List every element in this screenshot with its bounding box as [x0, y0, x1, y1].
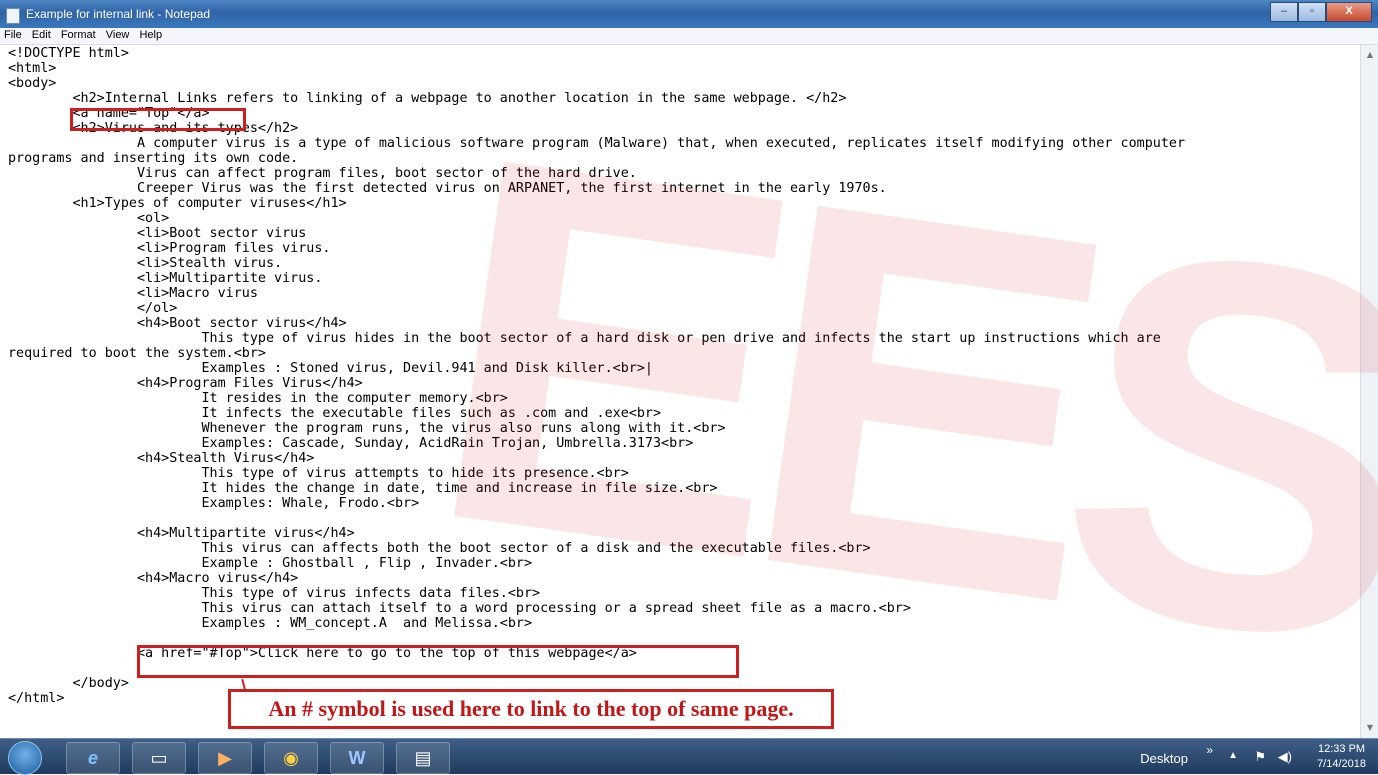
notepad-taskbar-icon[interactable]: ▤ — [396, 742, 450, 774]
annotation-callout: An # symbol is used here to link to the … — [228, 689, 834, 729]
maximize-button[interactable]: ▫ — [1298, 2, 1326, 22]
close-button[interactable]: X — [1326, 2, 1372, 22]
word-icon[interactable]: W — [330, 742, 384, 774]
menu-file[interactable]: File — [0, 28, 25, 41]
window-title: Example for internal link - Notepad — [26, 7, 211, 21]
code-text[interactable]: <!DOCTYPE html> <html> <body> <h2>Intern… — [8, 46, 1185, 706]
taskbar: e ▭ ▶ ◉ W ▤ Desktop » ▲ ⚑ ◀) 12:33 PM 7/… — [0, 738, 1378, 775]
show-hidden-icons-icon[interactable]: ▲ — [1228, 750, 1238, 761]
menu-bar: File Edit Format View Help — [0, 28, 1378, 45]
menu-help[interactable]: Help — [135, 28, 165, 41]
vertical-scrollbar[interactable]: ▲ ▼ — [1360, 45, 1378, 738]
scroll-down-icon[interactable]: ▼ — [1361, 720, 1378, 736]
anchor-highlight-box — [70, 108, 246, 131]
window-controls: – ▫ X — [1270, 2, 1372, 22]
link-highlight-box — [137, 645, 739, 678]
notepad-icon — [6, 8, 20, 24]
clock-date: 7/14/2018 — [1317, 758, 1366, 770]
action-center-flag-icon[interactable]: ⚑ — [1254, 749, 1266, 765]
chrome-icon[interactable]: ◉ — [264, 742, 318, 774]
menu-format[interactable]: Format — [57, 28, 99, 41]
scroll-up-icon[interactable]: ▲ — [1361, 47, 1378, 63]
explorer-icon[interactable]: ▭ — [132, 742, 186, 774]
menu-view[interactable]: View — [102, 28, 133, 41]
ie-icon[interactable]: e — [66, 742, 120, 774]
title-bar: Example for internal link - Notepad – ▫ … — [0, 0, 1378, 28]
text-editor[interactable]: <!DOCTYPE html> <html> <body> <h2>Intern… — [0, 45, 1360, 738]
clock-time: 12:33 PM — [1317, 743, 1366, 755]
desktop-toolbar-label[interactable]: Desktop — [1140, 751, 1188, 766]
minimize-button[interactable]: – — [1270, 2, 1298, 22]
media-player-icon[interactable]: ▶ — [198, 742, 252, 774]
volume-icon[interactable]: ◀) — [1278, 749, 1292, 765]
chevron-right-icon[interactable]: » — [1206, 743, 1213, 757]
menu-edit[interactable]: Edit — [28, 28, 54, 41]
start-button[interactable] — [8, 741, 42, 775]
clock[interactable]: 12:33 PM 7/14/2018 — [1317, 742, 1366, 772]
